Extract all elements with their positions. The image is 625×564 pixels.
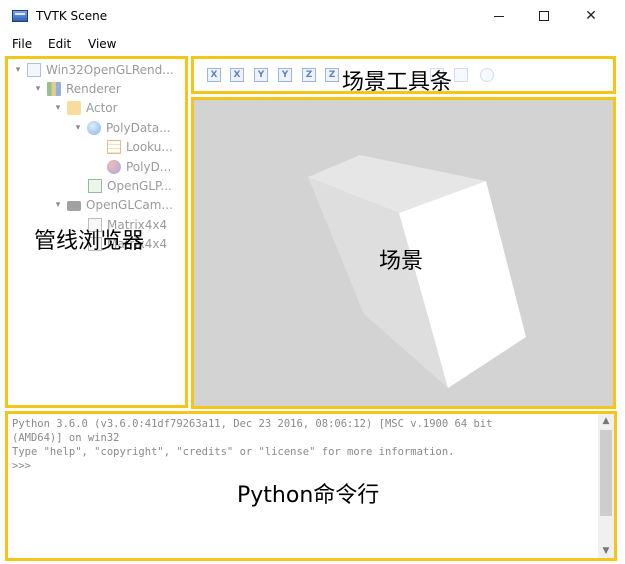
view-x-negative-button[interactable]: X — [230, 68, 244, 82]
shell-scrollbar[interactable]: ▲ ▼ — [598, 414, 614, 558]
renderer-icon — [47, 82, 61, 96]
chevron-up-icon[interactable]: ▲ — [598, 414, 614, 428]
view-z-negative-button[interactable]: Z — [325, 68, 339, 82]
window-title: TVTK Scene — [36, 9, 108, 23]
minimize-button[interactable] — [477, 2, 521, 30]
app-icon — [12, 10, 28, 22]
tree-item-render-window[interactable]: ▾ Win32OpenGLRend... — [12, 61, 174, 79]
polydata-mapper-icon — [107, 160, 121, 174]
shell-prompt: >>> — [12, 460, 31, 472]
menu-file[interactable]: File — [12, 37, 32, 51]
window-icon — [27, 63, 41, 77]
close-icon: ✕ — [585, 8, 597, 24]
tree-item-label: Win32OpenGLRend... — [46, 63, 174, 77]
camera-icon — [67, 201, 81, 211]
tree-item-polydata[interactable]: ▾ PolyData... — [72, 119, 171, 137]
tree-item-label: PolyD... — [126, 160, 172, 174]
scene-label: 场景 — [379, 249, 424, 274]
chevron-down-icon[interactable]: ▾ — [52, 200, 64, 210]
tree-item-label: Looku... — [126, 140, 173, 154]
view-x-positive-button[interactable]: X — [207, 68, 221, 82]
shell-line: (AMD64)] on win32 — [12, 432, 120, 444]
lookup-table-icon — [107, 140, 121, 154]
chevron-down-icon[interactable]: ▾ — [32, 84, 44, 94]
tree-item-actor[interactable]: ▾ Actor — [52, 99, 118, 117]
save-icon[interactable] — [454, 68, 468, 82]
maximize-icon — [539, 11, 549, 21]
view-z-positive-button[interactable]: Z — [302, 68, 316, 82]
menu-bar: File Edit View — [0, 34, 625, 54]
shell-line: Type "help", "copyright", "credits" or "… — [12, 446, 455, 458]
tree-item-label: Renderer — [66, 82, 121, 96]
tree-item-label: PolyData... — [106, 121, 171, 135]
scrollbar-thumb[interactable] — [600, 430, 612, 516]
tree-item-label: OpenGLCam... — [86, 198, 173, 212]
tree-item-opengl-property[interactable]: OpenGLP... — [88, 177, 172, 195]
close-button[interactable]: ✕ — [569, 2, 613, 30]
chevron-down-icon[interactable]: ▾ — [72, 123, 84, 133]
chevron-down-icon[interactable]: ▾ — [52, 103, 64, 113]
menu-edit[interactable]: Edit — [48, 37, 71, 51]
scene-toolbar: X X Y Y Z Z 场景工具条 — [191, 56, 616, 95]
tree-item-renderer[interactable]: ▾ Renderer — [32, 80, 121, 98]
settings-icon[interactable] — [480, 68, 494, 82]
maximize-button[interactable] — [522, 2, 566, 30]
pipeline-browser: ▾ Win32OpenGLRend... ▾ Renderer ▾ Actor … — [5, 56, 188, 408]
python-shell[interactable]: Python 3.6.0 (v3.6.0:41df79263a11, Dec 2… — [5, 411, 617, 561]
actor-icon — [67, 101, 81, 115]
python-shell-label: Python命令行 — [237, 483, 380, 508]
title-bar: TVTK Scene ✕ — [0, 0, 625, 32]
tree-item-label: Actor — [86, 101, 118, 115]
shell-line: Python 3.6.0 (v3.6.0:41df79263a11, Dec 2… — [12, 418, 493, 430]
tree-item-camera[interactable]: ▾ OpenGLCam... — [52, 196, 173, 214]
tree-item-lookup-table[interactable]: Looku... — [107, 138, 173, 156]
view-y-positive-button[interactable]: Y — [254, 68, 268, 82]
view-y-negative-button[interactable]: Y — [278, 68, 292, 82]
tree-item-label: OpenGLP... — [107, 179, 172, 193]
scene-view[interactable]: 场景 — [191, 97, 616, 409]
pipeline-browser-label: 管线浏览器 — [34, 229, 145, 254]
scene-toolbar-label: 场景工具条 — [342, 70, 453, 95]
opengl-property-icon — [88, 179, 102, 193]
polydata-icon — [87, 121, 101, 135]
menu-view[interactable]: View — [88, 37, 116, 51]
chevron-down-icon[interactable]: ▼ — [598, 544, 614, 558]
tree-item-polydata-mapper[interactable]: PolyD... — [107, 158, 171, 176]
minimize-icon — [494, 15, 504, 17]
chevron-down-icon[interactable]: ▾ — [12, 65, 24, 75]
